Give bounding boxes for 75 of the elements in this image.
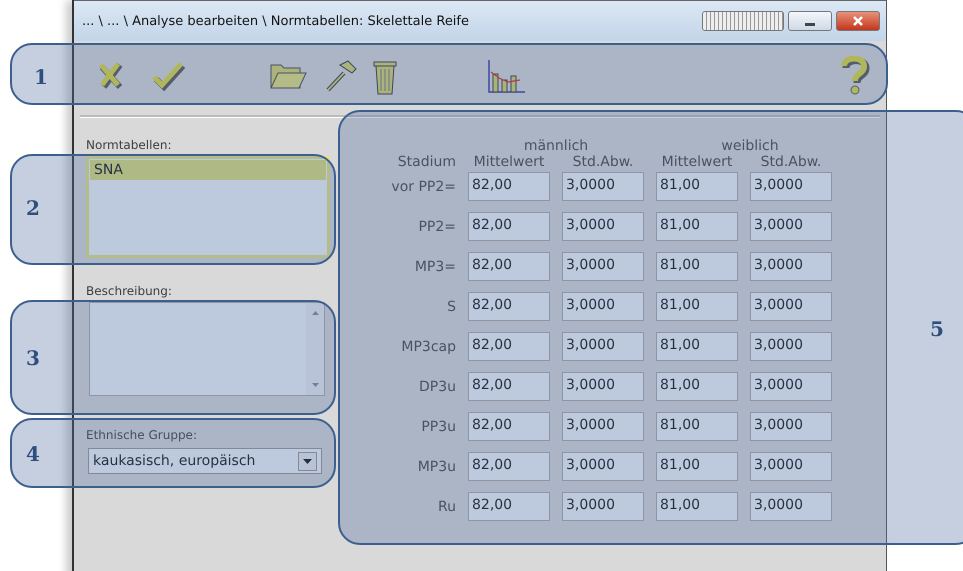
input-field[interactable]: 3,0000 [750,452,832,481]
row-label: DP3u [418,378,456,394]
dropdown[interactable]: kaukasisch, europäisch [88,448,322,474]
close-icon[interactable] [851,15,865,27]
input-field[interactable]: 81,00 [656,372,738,401]
input-field[interactable]: 82,00 [468,452,550,481]
callout-number: 2 [26,196,40,220]
row-label: PP3u [420,418,456,434]
input-field[interactable]: 81,00 [656,172,738,201]
list-box[interactable]: SNA [86,156,330,258]
scroll-down-icon[interactable] [312,383,318,387]
input-field[interactable]: 82,00 [468,412,550,441]
help-icon[interactable] [840,56,870,96]
input-field[interactable]: 3,0000 [750,172,832,201]
input-field[interactable]: 3,0000 [750,412,832,441]
callout-number: 3 [26,346,40,370]
input-field[interactable]: 81,00 [656,252,738,281]
column-header: Stadium [396,154,456,170]
input-field[interactable]: 82,00 [468,292,550,321]
input-field[interactable]: 3,0000 [750,332,832,361]
hammer-icon[interactable] [324,59,358,93]
input-field[interactable]: 3,0000 [750,492,832,521]
row-label: MP3= [414,258,456,274]
input-field[interactable]: 3,0000 [562,292,644,321]
column-header: Std.Abw. [572,154,634,170]
input-field[interactable]: 3,0000 [562,412,644,441]
input-field[interactable]: 82,00 [468,252,550,281]
input-field[interactable]: 81,00 [656,412,738,441]
caret-icon[interactable] [298,452,317,470]
input-field[interactable]: 3,0000 [562,212,644,241]
list-item[interactable]: SNA [90,160,326,180]
input-field[interactable]: 81,00 [656,452,738,481]
column-header: Mittelwert [660,154,734,170]
field-label: Beschreibung: [86,284,173,298]
row-label: vor PP2= [390,178,456,194]
row-label: PP2= [417,218,456,234]
input-field[interactable]: 81,00 [656,292,738,321]
input-field[interactable]: 82,00 [468,492,550,521]
column-group-header: weiblich [720,138,780,154]
row-label: MP3u [416,458,456,474]
scrollbar[interactable] [306,303,324,395]
column-header: Std.Abw. [760,154,822,170]
input-field[interactable]: 81,00 [656,212,738,241]
input-field[interactable]: 3,0000 [562,372,644,401]
close-button[interactable] [836,11,880,31]
row-label: S [446,298,456,314]
input-field[interactable]: 82,00 [468,172,550,201]
input-field[interactable]: 3,0000 [750,212,832,241]
input-field[interactable]: 82,00 [468,332,550,361]
column-group-header: männlich [522,138,590,154]
input-field[interactable]: 3,0000 [750,252,832,281]
input-field[interactable]: 3,0000 [562,172,644,201]
description-field[interactable] [89,302,325,396]
callout-number: 5 [930,317,944,341]
input-field[interactable]: 3,0000 [750,292,832,321]
callout-number: 1 [34,65,48,89]
input-field[interactable]: 82,00 [468,372,550,401]
row-label: Ru [437,498,456,514]
field-label: Ethnische Gruppe: [86,428,198,442]
minimize-button[interactable] [788,11,832,31]
input-field[interactable]: 3,0000 [562,252,644,281]
callout-number: 4 [26,442,40,466]
field-label: Normtabellen: [86,138,172,152]
input-field[interactable]: 81,00 [656,492,738,521]
input-field[interactable]: 3,0000 [750,372,832,401]
input-field[interactable]: 3,0000 [562,452,644,481]
scroll-up-icon[interactable] [312,311,318,315]
window-title: ... \ ... \ Analyse bearbeiten \ Normtabellen: Skelettale Reife [82,14,469,28]
column-header: Mittelwert [472,154,546,170]
row-label: MP3cap [400,338,456,354]
input-field[interactable]: 3,0000 [562,492,644,521]
checkmark-icon[interactable] [152,61,186,91]
input-field[interactable]: 3,0000 [562,332,644,361]
input-field[interactable]: 82,00 [468,212,550,241]
input-field[interactable]: 81,00 [656,332,738,361]
